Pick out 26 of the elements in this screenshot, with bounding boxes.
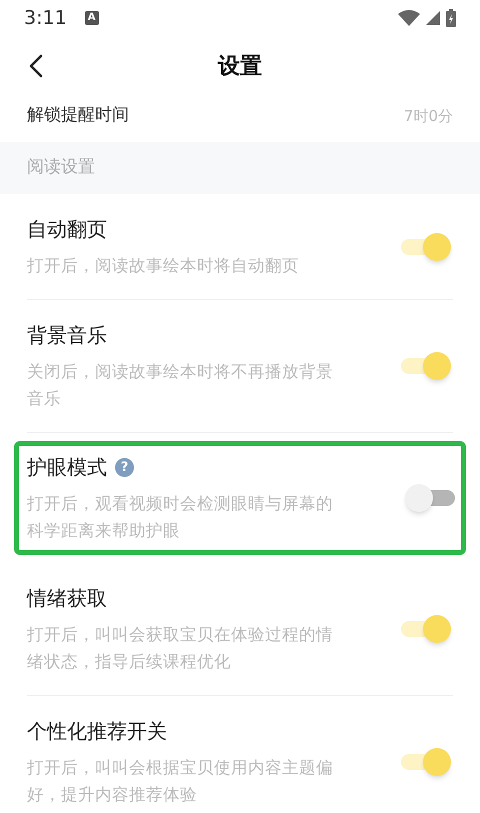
toggle-switch[interactable] xyxy=(401,232,451,260)
setting-description: 打开后，叫叫会根据宝贝使用内容主题偏好，提升内容推荐体验 xyxy=(27,757,334,806)
toggle-switch[interactable] xyxy=(405,484,455,512)
signal-icon xyxy=(426,11,440,25)
notification-icon: A xyxy=(84,11,99,25)
setting-title: 自动翻页 xyxy=(27,216,107,243)
back-icon[interactable] xyxy=(28,54,44,78)
status-time: 3:11 xyxy=(24,6,67,31)
setting-label: 解锁提醒时间 xyxy=(27,104,129,128)
help-icon[interactable]: ? xyxy=(115,458,134,476)
page-title: 设置 xyxy=(218,52,262,80)
toggle-switch[interactable] xyxy=(401,748,451,776)
wifi-icon xyxy=(398,10,420,26)
setting-title: 护眼模式 xyxy=(27,454,107,481)
setting-value: 7时0分 xyxy=(404,106,453,127)
setting-description: 打开后，阅读故事绘本时将自动翻页 xyxy=(27,255,300,277)
battery-icon xyxy=(446,9,456,27)
setting-description: 打开后，叫叫会获取宝贝在体验过程的情绪状态，指导后续课程优化 xyxy=(27,624,334,673)
toggle-switch[interactable] xyxy=(401,352,451,380)
setting-description: 打开后，观看视频时会检测眼睛与屏幕的科学距离来帮助护眼 xyxy=(27,493,334,542)
toggle-switch[interactable] xyxy=(401,615,451,643)
setting-title: 情绪获取 xyxy=(27,585,107,612)
section-title: 阅读设置 xyxy=(27,156,95,180)
setting-title: 背景音乐 xyxy=(27,322,107,349)
setting-description: 关闭后，阅读故事绘本时将不再播放背景音乐 xyxy=(27,361,334,410)
setting-title: 个性化推荐开关 xyxy=(27,718,167,745)
